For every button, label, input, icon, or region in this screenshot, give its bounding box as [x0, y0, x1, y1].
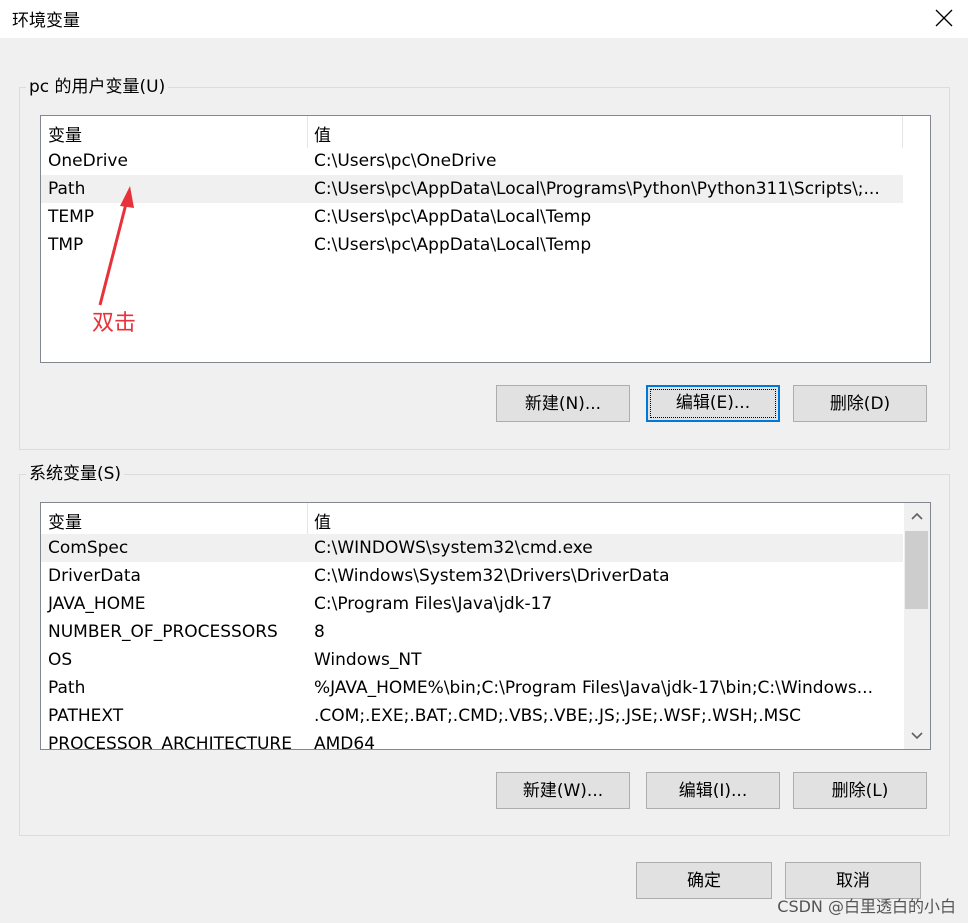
system-new-button[interactable]: 新建(W)...: [496, 772, 630, 809]
variable-value: AMD64: [314, 734, 376, 750]
column-header-variable[interactable]: 变量: [48, 508, 82, 533]
list-item-selected[interactable]: Path C:\Users\pc\AppData\Local\Programs\…: [41, 175, 903, 203]
variable-value: C:\Users\pc\AppData\Local\Programs\Pytho…: [314, 179, 880, 199]
variable-name: TMP: [48, 235, 84, 255]
system-variables-label: 系统变量(S): [26, 463, 125, 485]
variable-value: C:\Users\pc\AppData\Local\Temp: [314, 207, 592, 227]
list-item[interactable]: OS Windows_NT: [41, 646, 903, 674]
scroll-down-button[interactable]: [904, 723, 930, 749]
variable-name: Path: [48, 678, 86, 698]
variable-value: C:\Users\pc\AppData\Local\Temp: [314, 235, 592, 255]
title-bar: 环境变量: [0, 0, 968, 38]
variable-name: ComSpec: [48, 538, 129, 558]
list-item[interactable]: Path %JAVA_HOME%\bin;C:\Program Files\Ja…: [41, 674, 903, 702]
list-item[interactable]: PROCESSOR_ARCHITECTURE AMD64: [41, 730, 903, 750]
variable-value: C:\WINDOWS\system32\cmd.exe: [314, 538, 593, 558]
close-icon: [935, 9, 953, 27]
user-delete-button[interactable]: 删除(D): [793, 385, 927, 422]
annotation-text: 双击: [92, 311, 137, 336]
close-button[interactable]: [920, 0, 968, 38]
list-item[interactable]: TMP C:\Users\pc\AppData\Local\Temp: [41, 231, 903, 259]
list-header: 变量 值: [41, 116, 903, 148]
annotation-arrow: [98, 186, 134, 306]
variable-value: .COM;.EXE;.BAT;.CMD;.VBS;.VBE;.JS;.JSE;.…: [314, 706, 802, 726]
variable-name: PROCESSOR_ARCHITECTURE: [48, 734, 292, 750]
variable-name: OS: [48, 650, 73, 670]
system-variables-list[interactable]: 变量 值 ComSpec C:\WINDOWS\system32\cmd.exe…: [40, 502, 931, 750]
list-header: 变量 值: [41, 503, 903, 535]
list-item[interactable]: PATHEXT .COM;.EXE;.BAT;.CMD;.VBS;.VBE;.J…: [41, 702, 903, 730]
variable-name: Path: [48, 179, 86, 199]
system-edit-button[interactable]: 编辑(I)...: [646, 772, 780, 809]
chevron-up-icon: [911, 512, 923, 520]
variable-value: 8: [314, 622, 325, 642]
user-variables-group: pc 的用户变量(U) 变量 值 OneDrive C:\Users\pc\On…: [19, 76, 950, 450]
column-header-value[interactable]: 值: [314, 508, 331, 533]
system-variables-group: 系统变量(S) 变量 值 ComSpec C:\WINDOWS\system32…: [19, 463, 950, 836]
scroll-up-button[interactable]: [904, 503, 930, 529]
variable-value: Windows_NT: [314, 650, 422, 670]
column-separator: [902, 116, 903, 148]
variable-value: C:\Program Files\Java\jdk-17: [314, 594, 553, 614]
column-separator: [307, 503, 308, 535]
variable-name: PATHEXT: [48, 706, 124, 726]
system-delete-button[interactable]: 删除(L): [793, 772, 927, 809]
list-item[interactable]: DriverData C:\Windows\System32\Drivers\D…: [41, 562, 903, 590]
list-item[interactable]: OneDrive C:\Users\pc\OneDrive: [41, 147, 903, 175]
scroll-thumb[interactable]: [905, 531, 928, 609]
user-new-button[interactable]: 新建(N)...: [496, 385, 630, 422]
list-item[interactable]: TEMP C:\Users\pc\AppData\Local\Temp: [41, 203, 903, 231]
ok-button[interactable]: 确定: [636, 862, 772, 899]
variable-name: NUMBER_OF_PROCESSORS: [48, 622, 278, 642]
user-variables-list[interactable]: 变量 值 OneDrive C:\Users\pc\OneDrive Path …: [40, 115, 931, 363]
window-title: 环境变量: [12, 11, 80, 31]
vertical-scrollbar[interactable]: [904, 503, 930, 749]
column-header-variable[interactable]: 变量: [48, 121, 82, 146]
column-header-value[interactable]: 值: [314, 121, 331, 146]
variable-value: C:\Windows\System32\Drivers\DriverData: [314, 566, 670, 586]
variable-name: TEMP: [48, 207, 95, 227]
list-item[interactable]: NUMBER_OF_PROCESSORS 8: [41, 618, 903, 646]
list-item[interactable]: JAVA_HOME C:\Program Files\Java\jdk-17: [41, 590, 903, 618]
column-separator: [307, 116, 308, 148]
variable-value: C:\Users\pc\OneDrive: [314, 151, 497, 171]
user-variables-label: pc 的用户变量(U): [26, 76, 169, 98]
chevron-down-icon: [911, 732, 923, 740]
watermark: CSDN @白里透白的小白: [777, 897, 956, 916]
variable-name: DriverData: [48, 566, 141, 586]
variable-value: %JAVA_HOME%\bin;C:\Program Files\Java\jd…: [314, 678, 873, 698]
user-edit-button[interactable]: 编辑(E)...: [646, 385, 780, 422]
variable-name: JAVA_HOME: [48, 594, 146, 614]
focus-indicator: [650, 389, 776, 418]
variable-name: OneDrive: [48, 151, 128, 171]
list-item-selected[interactable]: ComSpec C:\WINDOWS\system32\cmd.exe: [41, 534, 903, 562]
